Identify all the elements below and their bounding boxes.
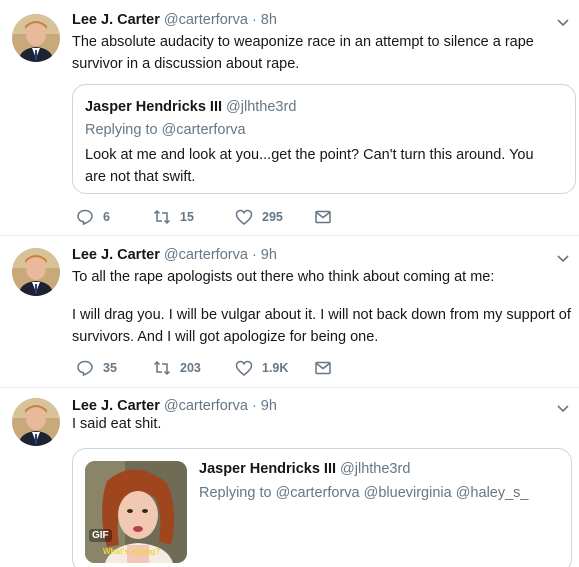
retweet-icon: [153, 209, 171, 225]
like-button[interactable]: 1.9K: [235, 357, 288, 379]
like-count: 295: [262, 210, 283, 224]
tweet[interactable]: Lee J. Carter @carterforva · 8h The abso…: [0, 0, 579, 236]
envelope-icon: [315, 210, 331, 224]
tweet-text-line1: To all the rape apologists out there who…: [72, 269, 495, 285]
quote-author-handle: @jlhthe3rd: [340, 461, 411, 477]
quote-reply-context: Replying to @carterforva: [85, 122, 246, 138]
envelope-icon: [315, 361, 331, 375]
reply-button[interactable]: 35: [76, 357, 117, 379]
gif-badge: GIF: [89, 529, 112, 542]
tweet-header: Lee J. Carter @carterforva · 8h: [72, 12, 277, 28]
author-name[interactable]: Lee J. Carter: [72, 12, 160, 28]
tweet-text: I said eat shit.: [72, 416, 162, 432]
author-handle[interactable]: @carterforva: [164, 247, 248, 263]
author-handle[interactable]: @carterforva: [164, 398, 248, 414]
quote-text: Look at me and look at you...get the poi…: [85, 147, 534, 185]
quote-author-name: Jasper Hendricks III: [199, 461, 337, 477]
retweet-button[interactable]: 15: [153, 206, 194, 228]
like-count: 1.9K: [262, 361, 289, 375]
timestamp[interactable]: · 9h: [252, 247, 277, 263]
tweet-text: The absolute audacity to weaponize race …: [72, 34, 534, 72]
quote-reply-context: Replying to @carterforva @bluevirginia @…: [199, 485, 529, 501]
tweet-header: Lee J. Carter @carterforva · 9h: [72, 247, 277, 263]
dm-button[interactable]: [314, 357, 341, 379]
chevron-down-icon[interactable]: [555, 250, 571, 266]
tweet-header: Lee J. Carter @carterforva · 9h: [72, 398, 277, 414]
timestamp[interactable]: · 9h: [252, 398, 277, 414]
tweet-text-line2: I will drag you. I will be vulgar about …: [72, 307, 571, 345]
heart-icon: [235, 209, 253, 225]
author-handle[interactable]: @carterforva: [164, 12, 248, 28]
author-name[interactable]: Lee J. Carter: [72, 247, 160, 263]
reply-count: 6: [103, 210, 110, 224]
heart-icon: [235, 360, 253, 376]
quote-author-line: Jasper Hendricks III @jlhthe3rd: [199, 461, 410, 477]
retweet-count: 15: [180, 210, 194, 224]
tweet-actions: 35 203 1.9K: [72, 357, 372, 379]
tweet[interactable]: Lee J. Carter @carterforva · 9h I said e…: [0, 388, 579, 567]
quoted-tweet[interactable]: GIF What's wrong? Jasper Hendricks III @…: [72, 448, 572, 567]
gif-thumbnail[interactable]: GIF What's wrong?: [85, 461, 187, 563]
quote-author-line: Jasper Hendricks III @jlhthe3rd: [85, 99, 296, 115]
tweet-actions: 6 15 295: [72, 206, 372, 228]
reply-icon: [77, 209, 93, 226]
reply-button[interactable]: 6: [76, 206, 110, 228]
quoted-tweet[interactable]: Jasper Hendricks III @jlhthe3rd Replying…: [72, 84, 576, 194]
avatar[interactable]: [12, 248, 60, 296]
avatar[interactable]: [12, 398, 60, 446]
retweet-icon: [153, 360, 171, 376]
tweet[interactable]: Lee J. Carter @carterforva · 9h To all t…: [0, 236, 579, 388]
reply-count: 35: [103, 361, 117, 375]
gif-caption: What's wrong?: [103, 547, 161, 556]
quote-author-name: Jasper Hendricks III: [85, 99, 223, 115]
dm-button[interactable]: [314, 206, 341, 228]
author-name[interactable]: Lee J. Carter: [72, 398, 160, 414]
retweet-count: 203: [180, 361, 201, 375]
retweet-button[interactable]: 203: [153, 357, 201, 379]
like-button[interactable]: 295: [235, 206, 283, 228]
avatar[interactable]: [12, 14, 60, 62]
timestamp[interactable]: · 8h: [252, 12, 277, 28]
chevron-down-icon[interactable]: [555, 14, 571, 30]
reply-icon: [77, 360, 93, 377]
quote-author-handle: @jlhthe3rd: [226, 99, 297, 115]
